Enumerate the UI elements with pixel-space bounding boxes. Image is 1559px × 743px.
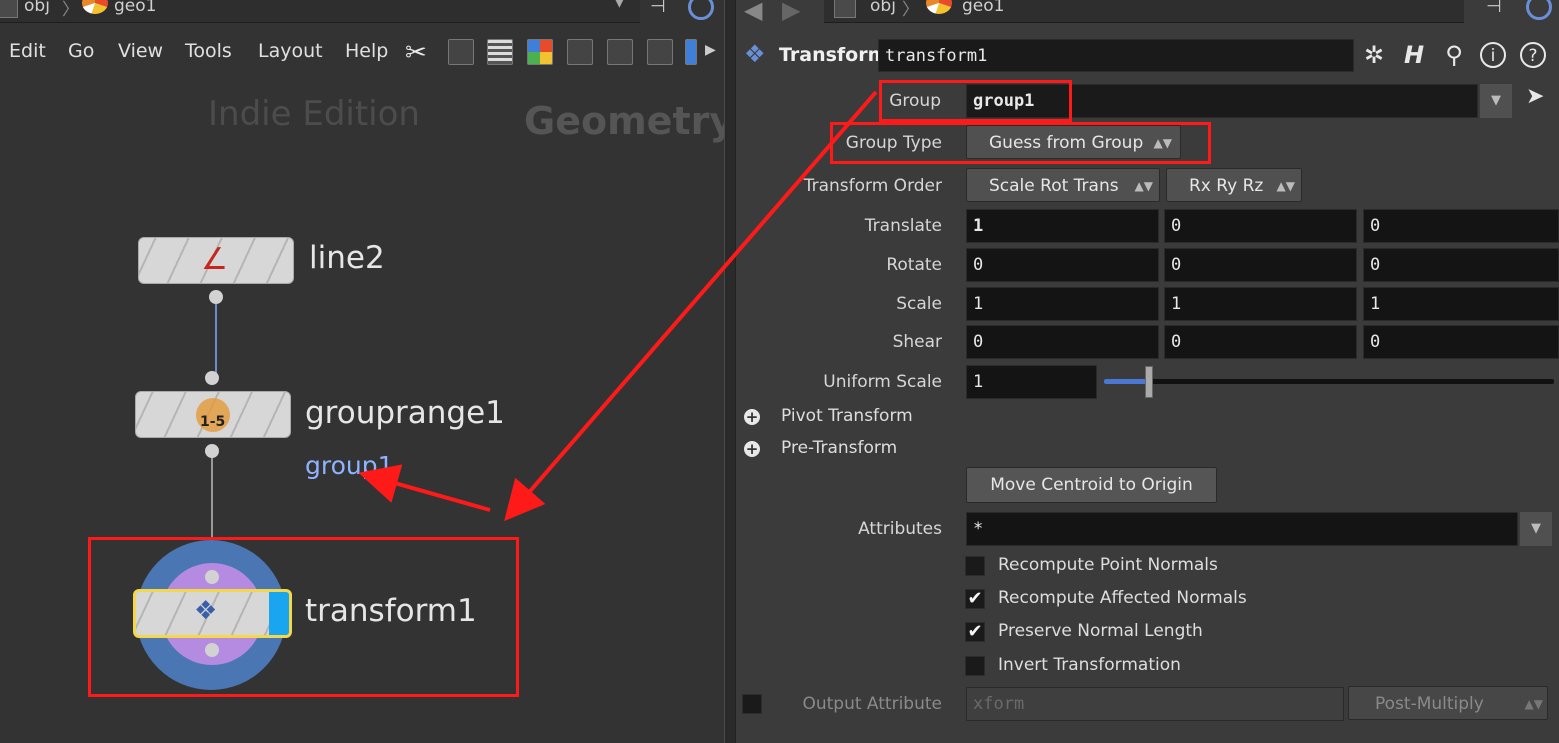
annotation-arrows — [358, 90, 878, 522]
arrow-group-param-to-node — [504, 90, 878, 522]
arrow-to-group-flag — [358, 464, 491, 512]
